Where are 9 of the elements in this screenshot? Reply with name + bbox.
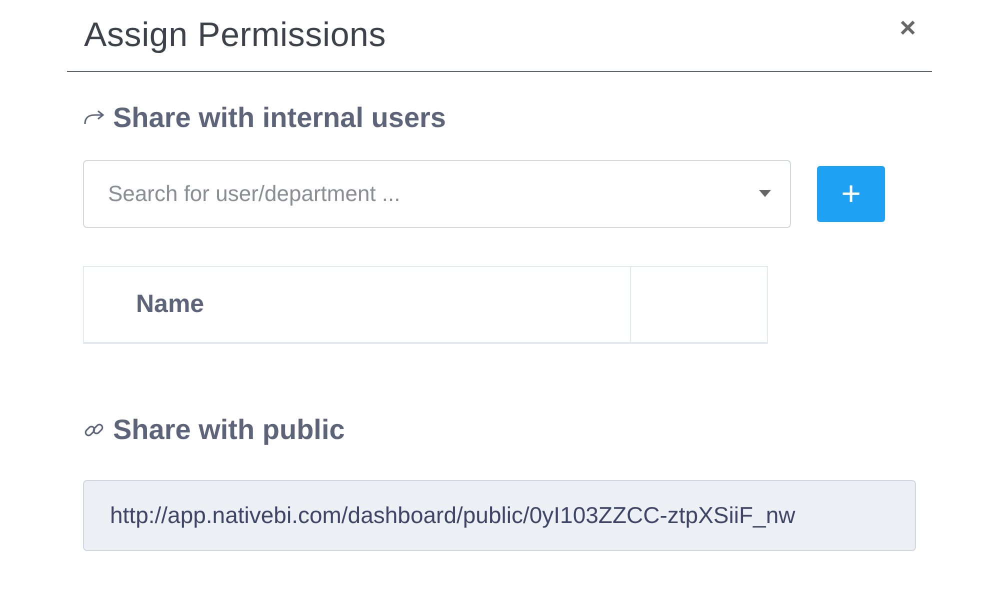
public-url-field[interactable]: http://app.nativebi.com/dashboard/public/0yI103ZZCC-ztpXSiiF_nw xyxy=(83,480,916,551)
section-heading: Share with public xyxy=(113,414,345,446)
share-arrow-icon xyxy=(83,110,105,126)
caret-icon xyxy=(759,190,771,197)
close-button[interactable]: × xyxy=(900,14,916,42)
table-header-cell-text: Name xyxy=(135,289,206,320)
section-heading: Share with internal users xyxy=(113,102,446,134)
user-search-dropdown[interactable]: Search for user/department ... xyxy=(83,160,791,228)
dialog-title: Assign Permissions xyxy=(84,16,386,55)
